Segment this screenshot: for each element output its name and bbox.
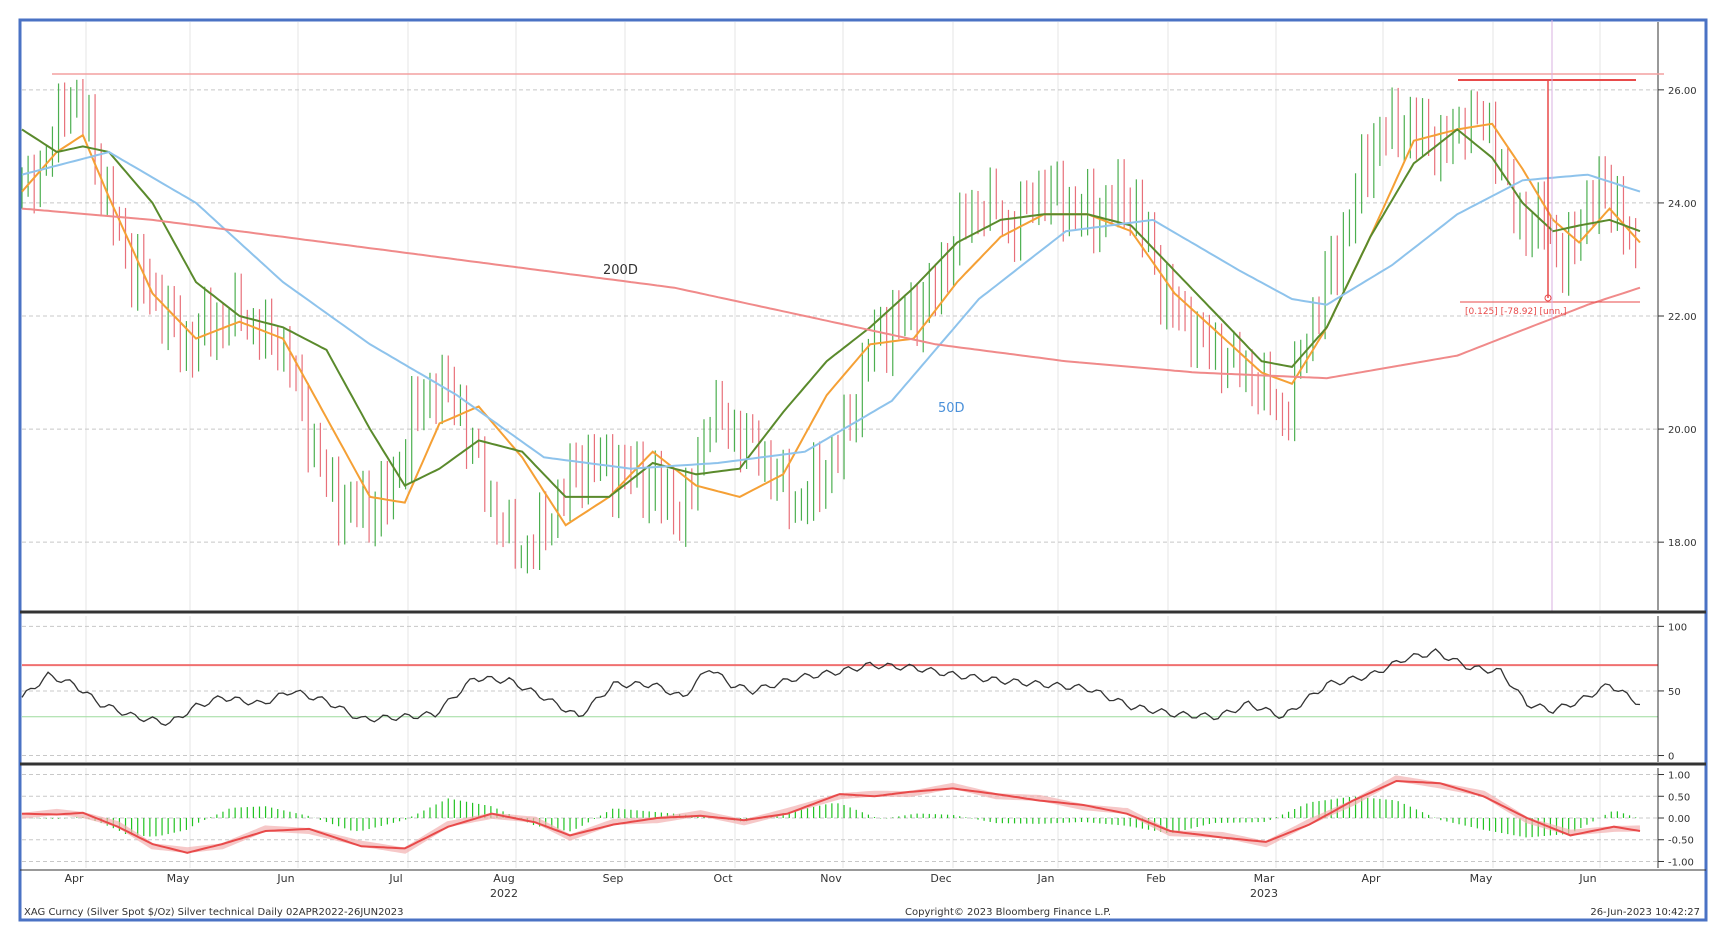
month-label: Jul — [388, 872, 402, 885]
month-label: Apr — [1361, 872, 1381, 885]
ma200-label: 200D — [603, 263, 638, 278]
month-label: Jun — [1578, 872, 1596, 885]
y-tick-label: 24.00 — [1668, 199, 1697, 210]
month-label: Oct — [713, 872, 733, 885]
month-label: Dec — [930, 872, 951, 885]
fib-label: [0.125] [-78.92] [unn.] — [1465, 307, 1567, 317]
ma50-label: 50D — [938, 401, 965, 416]
y-tick-label: -0.50 — [1668, 836, 1694, 847]
bloomberg-chart: 18.00 20.00 22.00 24.00 26.00 200D 50D [0.12… — [18, 18, 1708, 922]
y-tick-label: 22.00 — [1668, 312, 1697, 323]
month-label: Nov — [820, 872, 842, 885]
footer-center: Copyright© 2023 Bloomberg Finance L.P. — [905, 907, 1111, 918]
y-tick-label: 50 — [1668, 687, 1681, 698]
footer-right: 26-Jun-2023 10:42:27 — [1590, 907, 1700, 918]
month-label: Mar — [1254, 872, 1275, 885]
month-label: May — [1470, 872, 1493, 885]
month-label: May — [167, 872, 190, 885]
y-tick-label: -1.00 — [1668, 857, 1694, 868]
y-tick-label: 100 — [1668, 622, 1687, 633]
y-tick-label: 1.00 — [1668, 771, 1690, 782]
x-axis-months: Apr May Jun Jul Aug Sep Oct Nov Dec Jan Feb Mar Apr M… — [64, 872, 1596, 885]
month-label: Jun — [276, 872, 294, 885]
month-label: Jan — [1037, 872, 1055, 885]
year-label: 2022 — [490, 887, 518, 900]
month-label: Apr — [64, 872, 84, 885]
month-label: Aug — [493, 872, 514, 885]
footer-left: XAG Curncy (Silver Spot $/Oz) Silver tec… — [24, 907, 404, 918]
y-tick-label: 18.00 — [1668, 538, 1697, 549]
y-tick-label: 0.00 — [1668, 814, 1690, 825]
y-tick-label: 26.00 — [1668, 86, 1697, 97]
y-tick-label: 0 — [1668, 752, 1674, 763]
month-label: Sep — [603, 872, 624, 885]
y-tick-label: 0.50 — [1668, 792, 1690, 803]
y-tick-label: 20.00 — [1668, 425, 1697, 436]
price-panel: 18.00 20.00 22.00 24.00 26.00 200D 50D [0.12… — [21, 20, 1697, 612]
month-label: Feb — [1146, 872, 1165, 885]
year-label: 2023 — [1250, 887, 1278, 900]
